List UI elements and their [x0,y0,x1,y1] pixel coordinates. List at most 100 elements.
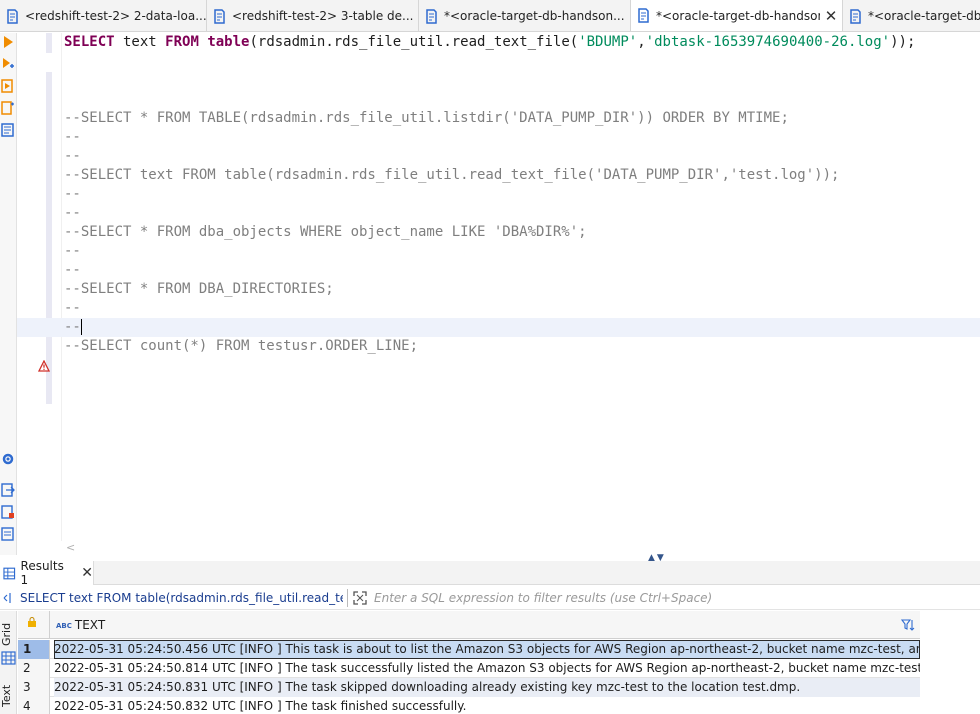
cell-text[interactable]: 2022-05-31 05:24:50.456 UTC [INFO ] This… [54,640,920,659]
export-icon[interactable] [1,483,15,497]
column-name: TEXT [74,618,106,632]
grid-corner-cell[interactable] [18,611,50,639]
execute-statement-icon[interactable] [1,35,15,49]
results-tab-bar: Results 1 ✕ [0,559,980,587]
show-sql-file-icon[interactable] [1,527,15,541]
sql-string: 'dbtask-1653974690400-26.log' [645,34,891,50]
scroll-left-arrow-icon[interactable]: < [66,541,75,554]
execute-script-new-tab-icon[interactable] [1,101,15,115]
editor-tab-4-active[interactable]: *<oracle-target-db-handson... ✕ [631,0,843,31]
grid-view-icon[interactable] [1,651,16,665]
code-line-comment[interactable]: -- [64,299,980,318]
code-line-comment[interactable]: -- [64,147,980,166]
sql-text: (rdsadmin.rds_file_util.read_text_file( [249,34,579,50]
results-tab-label: Results 1 [20,559,64,587]
sql-comment: --SELECT * FROM DBA_DIRECTORIES; [64,281,334,297]
results-grid-icon [3,567,16,579]
gutter-divider [61,33,62,541]
sql-comment: --SELECT * FROM dba_objects WHERE object… [64,224,587,240]
table-row[interactable]: 2 2022-05-31 05:24:50.814 UTC [INFO ] Th… [18,659,920,678]
sql-keyword: FROM [165,34,199,50]
grid-view-tab[interactable]: Grid [0,619,17,649]
row-number[interactable]: 3 [18,678,50,697]
cell-text[interactable]: 2022-05-31 05:24:50.832 UTC [INFO ] The … [54,697,920,714]
expand-filter-icon[interactable] [352,590,368,606]
sql-script-icon [7,8,18,24]
sql-comment: -- [64,262,81,278]
sql-editor[interactable]: SELECT text FROM table(rdsadmin.rds_file… [17,33,980,541]
sql-comment: -- [64,186,81,202]
execute-in-new-tab-icon[interactable] [1,57,15,71]
sql-script-icon [850,8,861,24]
cell-text[interactable]: 2022-05-31 05:24:50.831 UTC [INFO ] The … [54,678,920,697]
editor-tab-label: *<oracle-target-db-h [868,9,980,23]
results-tab[interactable]: Results 1 ✕ [0,559,94,587]
editor-tab-5[interactable]: *<oracle-target-db-h [843,0,980,31]
sql-comment: -- [64,300,81,316]
code-line-comment[interactable] [64,52,980,71]
code-line-comment[interactable]: -- [64,204,980,223]
text-view-tab[interactable]: Text [0,681,17,711]
sql-script-icon [426,8,437,24]
sql-text: , [637,34,646,50]
sql-string: 'BDUMP' [578,34,638,50]
editor-tab-bar: <redshift-test-2> 2-data-loa... <redshif… [0,0,980,32]
table-row[interactable]: 1 2022-05-31 05:24:50.456 UTC [INFO ] Th… [18,640,920,659]
code-line-comment[interactable]: -- [64,261,980,280]
settings-gear-icon[interactable] [1,452,15,466]
sql-text: )); [890,34,916,50]
code-line-comment[interactable]: --SELECT * FROM DBA_DIRECTORIES; [64,280,980,299]
editor-tab-3[interactable]: *<oracle-target-db-handson... [419,0,631,31]
sort-filter-icon[interactable] [900,617,916,633]
code-line-comment[interactable]: --SELECT count(*) FROM testusr.ORDER_LIN… [64,337,980,356]
sql-comment: --SELECT * FROM TABLE(rdsadmin.rds_file_… [64,110,789,126]
code-line-comment[interactable]: --SELECT * FROM dba_objects WHERE object… [64,223,980,242]
code-area[interactable]: SELECT text FROM table(rdsadmin.rds_file… [17,33,980,356]
warning-icon[interactable] [38,360,50,372]
fold-marker[interactable] [46,72,52,404]
row-number[interactable]: 4 [18,697,50,714]
editor-tab-label: <redshift-test-2> 3-table de... [232,9,414,23]
lock-icon [28,617,36,627]
row-number[interactable]: 1 [18,640,50,659]
result-query-text[interactable]: SELECT text FROM table(rdsadmin.rds_file… [17,591,343,605]
table-row[interactable]: 4 2022-05-31 05:24:50.832 UTC [INFO ] Th… [18,697,920,714]
string-type-badge: ABC [56,622,72,630]
table-row[interactable]: 3 2022-05-31 05:24:50.831 UTC [INFO ] Th… [18,678,920,697]
cell-text[interactable]: 2022-05-31 05:24:50.814 UTC [INFO ] The … [54,659,920,678]
code-line-comment[interactable]: --SELECT text FROM table(rdsadmin.rds_fi… [64,166,980,185]
editor-horizontal-scrollbar[interactable]: < [17,541,980,555]
explain-plan-icon[interactable] [1,123,15,137]
sql-query-icon [3,592,11,603]
code-line-query[interactable]: SELECT text FROM table(rdsadmin.rds_file… [64,33,980,52]
editor-tab-label: *<oracle-target-db-handson... [656,8,820,23]
close-tab-icon[interactable]: ✕ [820,7,842,25]
filter-input[interactable]: Enter a SQL expression to filter results… [374,591,712,605]
code-line-comment[interactable]: -- [17,318,980,337]
results-filter-bar: SELECT text FROM table(rdsadmin.rds_file… [0,586,980,610]
code-line-comment[interactable]: -- [64,185,980,204]
sql-script-icon [638,8,649,23]
sql-comment: -- [64,205,81,221]
execute-script-icon[interactable] [1,79,15,93]
editor-tab-1[interactable]: <redshift-test-2> 2-data-loa... [0,0,207,31]
sql-keyword: table [207,34,250,50]
code-line-comment[interactable] [64,90,980,109]
fold-marker[interactable] [46,33,52,53]
sql-text: text [114,34,166,50]
load-file-icon[interactable] [1,505,15,519]
code-line-comment[interactable]: -- [64,242,980,261]
filter-divider [347,588,348,607]
result-view-switcher: Grid Text [0,611,17,714]
sql-comment: --SELECT text FROM table(rdsadmin.rds_fi… [64,167,840,183]
close-results-tab-icon[interactable]: ✕ [81,565,93,581]
code-line-comment[interactable]: --SELECT * FROM TABLE(rdsadmin.rds_file_… [64,109,980,128]
code-line-comment[interactable]: -- [64,128,980,147]
code-line-comment[interactable] [64,71,980,90]
row-number[interactable]: 2 [18,659,50,678]
grid-header: ABC TEXT [18,611,920,639]
editor-tab-label: <redshift-test-2> 2-data-loa... [25,9,206,23]
sql-comment: -- [64,148,81,164]
column-header-text[interactable]: ABC TEXT [56,618,105,632]
editor-tab-2[interactable]: <redshift-test-2> 3-table de... [207,0,419,31]
